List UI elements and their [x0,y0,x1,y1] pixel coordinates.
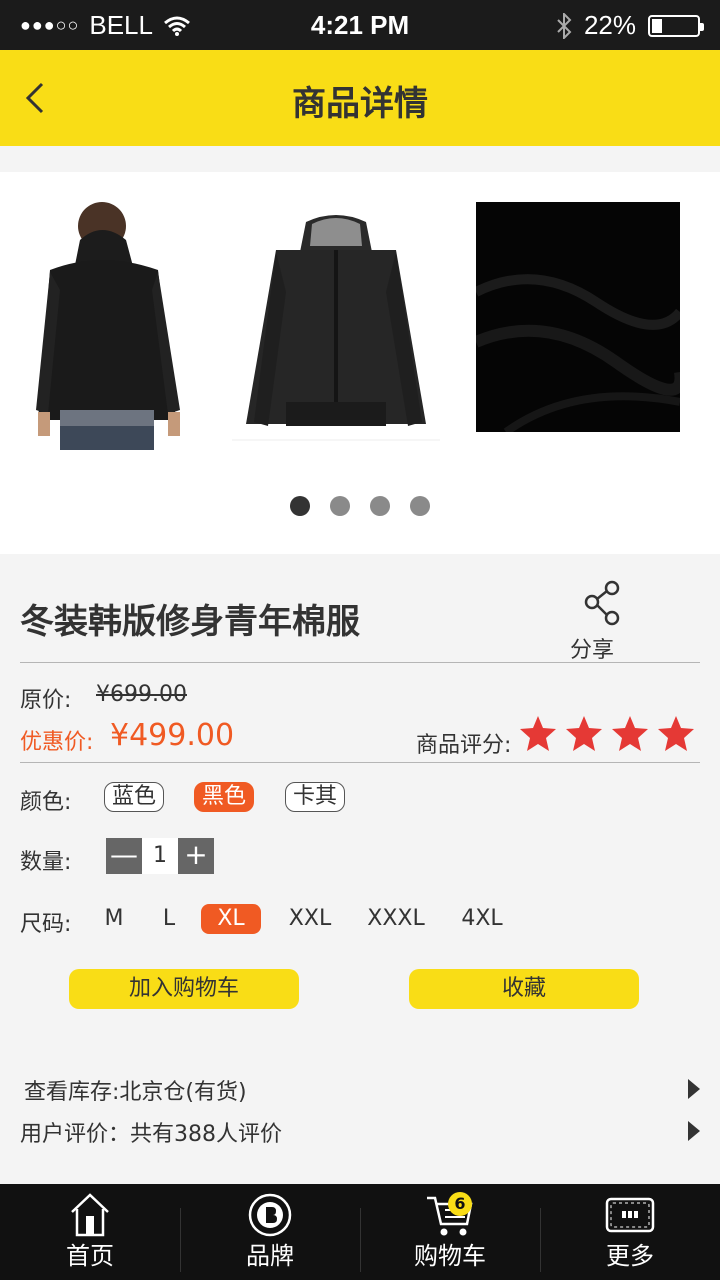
tab-home[interactable]: 首页 [0,1184,180,1280]
product-title: 冬装韩版修身青年棉服 [20,602,360,642]
bottom-tab-bar: 首页 品牌 购物车 更多 6 [0,1184,720,1280]
tab-label: 购物车 [414,1242,486,1270]
review-text: 用户评价：共有388人评价 [20,1122,282,1147]
favorite-button[interactable]: 收藏 [409,969,639,1009]
divider [20,662,700,663]
home-icon [71,1193,109,1237]
size-label: 尺码: [20,912,72,937]
tab-brand[interactable]: 品牌 [180,1184,360,1280]
more-icon [605,1197,655,1233]
product-image-fabric-detail[interactable] [476,202,680,432]
product-info: 冬装韩版修身青年棉服 分享 原价: ¥699.00 优惠价: ¥499.00 商… [0,554,720,1184]
quantity-value[interactable]: 1 [142,838,178,874]
status-bar: ●●●○○ BELL 4:21 PM 22% [0,0,720,50]
carousel-dot[interactable] [330,496,350,516]
divider [20,762,700,763]
quantity-stepper: — 1 + [106,838,214,874]
rating-label: 商品评分: [416,733,512,758]
product-gallery[interactable] [0,172,720,554]
increment-button[interactable]: + [178,838,214,874]
page-title: 商品详情 [292,84,428,124]
size-option-xl[interactable]: XL [201,904,261,934]
share-icon[interactable] [578,578,630,630]
battery-icon [648,14,704,37]
stock-link[interactable]: 查看库存:北京仓(有货) [20,1074,700,1105]
size-option-4xl[interactable]: 4XL [456,904,508,934]
color-option-blue[interactable]: 蓝色 [104,782,164,812]
reviews-link[interactable]: 用户评价：共有388人评价 [20,1116,700,1147]
bluetooth-icon [557,12,572,39]
tab-label: 首页 [66,1242,114,1270]
tab-label: 品牌 [246,1242,294,1270]
tab-label: 更多 [606,1242,654,1270]
star-icon [658,716,694,751]
battery-level [652,18,662,33]
battery-percent: 22% [583,10,636,40]
product-image-front-view[interactable] [226,212,446,442]
color-option-khaki[interactable]: 卡其 [285,782,345,812]
app-header: 商品详情 [0,50,720,146]
quantity-label: 数量: [20,850,72,875]
star-icon [566,716,602,751]
original-price: ¥699.00 [96,682,187,707]
color-option-black[interactable]: 黑色 [194,782,254,812]
color-label: 颜色: [20,790,72,815]
decrement-button[interactable]: — [106,838,142,874]
rating-stars [518,714,696,754]
share-label[interactable]: 分享 [570,632,614,664]
tab-more[interactable]: 更多 [540,1184,720,1280]
size-option-xxxl[interactable]: XXXL [362,904,430,934]
carousel-dot[interactable] [290,496,310,516]
sale-price: ¥499.00 [110,718,235,753]
size-option-m[interactable]: M [96,904,132,934]
stock-text: 查看库存:北京仓(有货) [24,1080,247,1105]
carousel-dot[interactable] [370,496,390,516]
star-icon [612,716,648,751]
size-option-xxl[interactable]: XXL [282,904,338,934]
sale-price-label: 优惠价: [20,730,94,755]
chevron-right-icon [688,1121,700,1141]
size-option-l[interactable]: L [156,904,182,934]
carousel-indicator[interactable] [0,496,720,516]
cart-badge: 6 [448,1192,472,1216]
product-image-back-view[interactable] [30,200,190,450]
add-to-cart-button[interactable]: 加入购物车 [69,969,299,1009]
original-price-label: 原价: [20,688,72,713]
brand-icon [248,1193,292,1237]
chevron-right-icon [688,1079,700,1099]
carousel-dot[interactable] [410,496,430,516]
star-icon [520,716,556,751]
